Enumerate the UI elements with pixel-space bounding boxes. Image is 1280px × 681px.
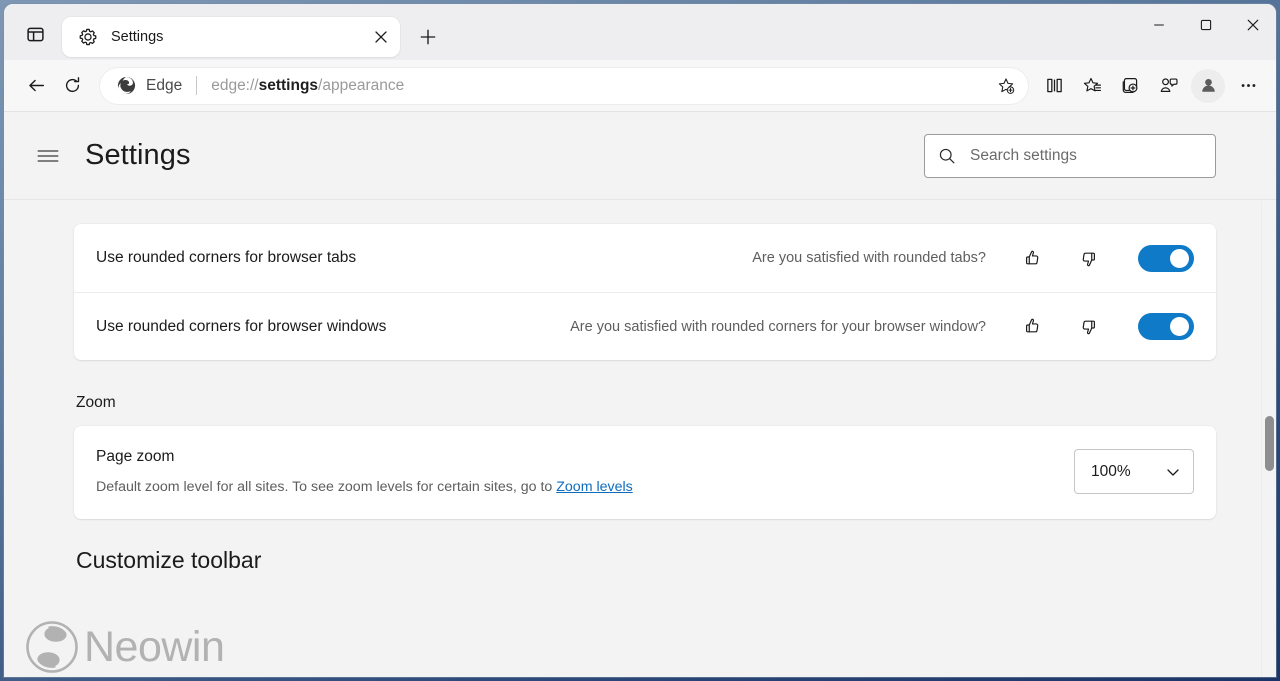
close-window-icon[interactable] (1229, 4, 1276, 46)
window-caption-buttons (1135, 4, 1276, 46)
back-icon[interactable] (18, 68, 54, 104)
search-settings-box[interactable] (924, 134, 1216, 178)
toggle-knob (1170, 317, 1189, 336)
address-bar[interactable]: Edge edge://settings/appearance (100, 68, 1028, 104)
omnibox-url-text: edge://settings/appearance (211, 77, 990, 95)
page-zoom-desc-text: Default zoom level for all sites. To see… (96, 479, 556, 495)
url-path: /appearance (318, 77, 404, 94)
maximize-icon[interactable] (1182, 4, 1229, 46)
zoom-levels-link[interactable]: Zoom levels (556, 479, 632, 495)
settings-page-header: Settings (4, 112, 1276, 200)
hamburger-menu-icon[interactable] (28, 136, 68, 176)
setting-row: Use rounded corners for browser tabs Are… (74, 224, 1216, 292)
settings-content: Use rounded corners for browser tabs Are… (4, 200, 1276, 574)
feedback-zone: Are you satisfied with rounded corners f… (570, 311, 1194, 343)
neowin-logo-icon (24, 619, 80, 675)
collections-icon[interactable] (1112, 68, 1148, 104)
tab-title: Settings (111, 29, 368, 45)
edge-logo-icon (116, 75, 137, 96)
rounded-windows-toggle[interactable] (1138, 313, 1194, 340)
search-input[interactable] (970, 147, 1203, 165)
settings-page: Settings Use rounded corners for browser… (4, 112, 1276, 677)
add-favorite-icon[interactable] (990, 70, 1022, 102)
rounded-tabs-toggle[interactable] (1138, 245, 1194, 272)
omnibox-brand-label: Edge (146, 77, 182, 95)
copilot-icon[interactable] (1150, 68, 1186, 104)
page-zoom-description: Default zoom level for all sites. To see… (96, 479, 633, 495)
search-icon (937, 147, 957, 165)
new-tab-icon[interactable] (411, 20, 445, 54)
page-zoom-row: Page zoom Default zoom level for all sit… (74, 426, 1216, 519)
setting-row: Use rounded corners for browser windows … (74, 292, 1216, 360)
setting-label: Use rounded corners for browser tabs (96, 249, 356, 267)
omnibox-separator (196, 76, 197, 95)
page-zoom-title: Page zoom (96, 448, 633, 466)
close-icon[interactable] (368, 24, 394, 50)
page-scrollbar-thumb[interactable] (1265, 416, 1274, 471)
page-scrollbar[interactable] (1261, 201, 1276, 677)
thumbs-down-icon[interactable] (1072, 242, 1104, 274)
toolbar-actions (1036, 68, 1266, 104)
appearance-settings-card: Use rounded corners for browser tabs Are… (74, 224, 1216, 360)
customize-toolbar-heading: Customize toolbar (76, 547, 1216, 574)
zoom-section-heading: Zoom (76, 394, 1216, 412)
page-zoom-texts: Page zoom Default zoom level for all sit… (96, 448, 633, 495)
url-host: settings (259, 77, 318, 94)
setting-label: Use rounded corners for browser windows (96, 318, 386, 336)
feedback-question: Are you satisfied with rounded corners f… (570, 319, 986, 335)
browser-window: Settings (4, 4, 1276, 677)
feedback-zone: Are you satisfied with rounded tabs? (752, 242, 1194, 274)
gear-icon (78, 27, 98, 47)
minimize-icon[interactable] (1135, 4, 1182, 46)
neowin-watermark-text: Neowin (84, 623, 224, 672)
refresh-icon[interactable] (54, 68, 90, 104)
tab-actions-icon[interactable] (18, 17, 52, 51)
page-zoom-value: 100% (1091, 463, 1131, 481)
browser-toolbar: Edge edge://settings/appearance (4, 60, 1276, 112)
favorites-icon[interactable] (1074, 68, 1110, 104)
desktop-background: Settings (0, 0, 1280, 681)
zoom-settings-card: Page zoom Default zoom level for all sit… (74, 426, 1216, 519)
profile-avatar-icon[interactable] (1191, 69, 1225, 103)
page-title: Settings (85, 139, 191, 172)
more-options-icon[interactable] (1230, 68, 1266, 104)
url-prefix: edge:// (211, 77, 258, 94)
neowin-watermark: Neowin (24, 619, 224, 675)
tab-strip: Settings (4, 4, 1276, 60)
toggle-knob (1170, 249, 1189, 268)
thumbs-up-icon[interactable] (1016, 242, 1048, 274)
page-zoom-select[interactable]: 100% (1074, 449, 1194, 494)
chevron-down-icon (1165, 464, 1181, 480)
split-screen-icon[interactable] (1036, 68, 1072, 104)
thumbs-up-icon[interactable] (1016, 311, 1048, 343)
browser-tab[interactable]: Settings (62, 17, 400, 57)
thumbs-down-icon[interactable] (1072, 311, 1104, 343)
feedback-question: Are you satisfied with rounded tabs? (752, 250, 986, 266)
